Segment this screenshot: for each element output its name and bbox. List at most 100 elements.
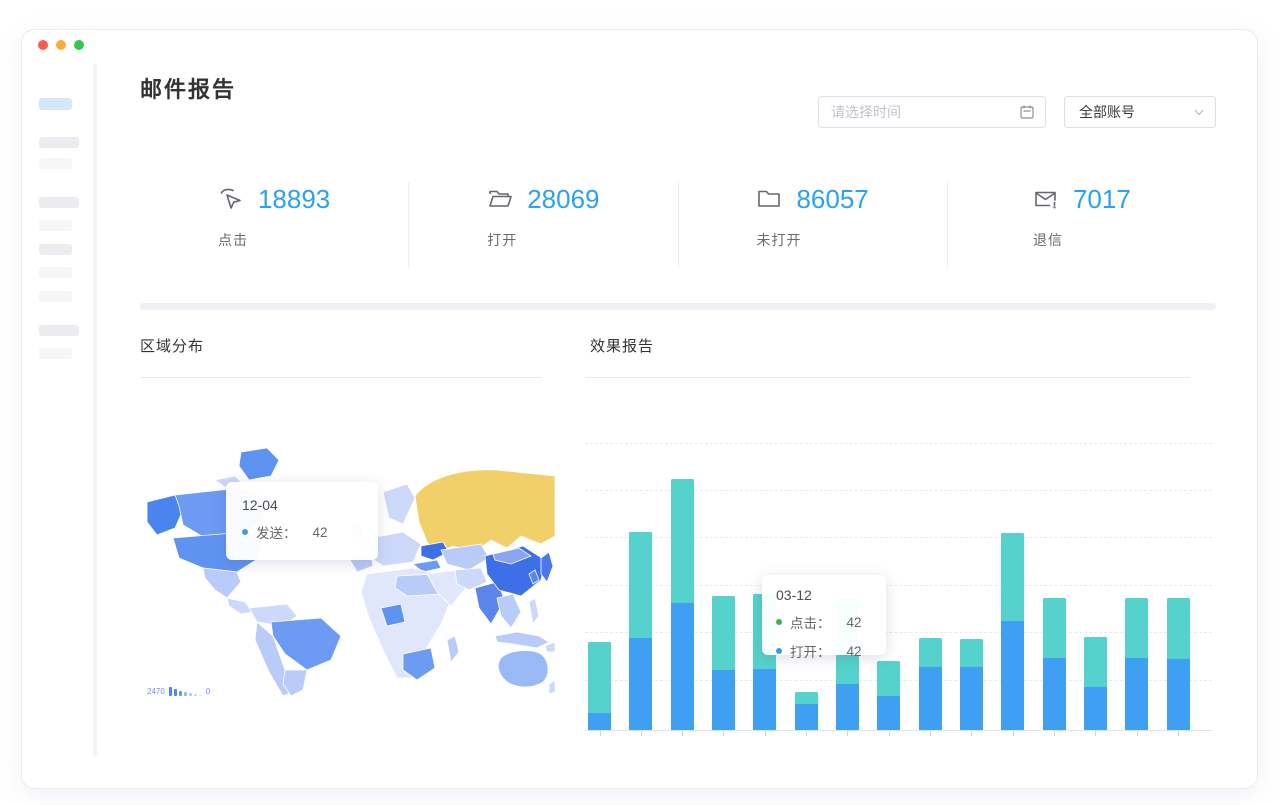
stacked-bar[interactable]	[1167, 598, 1190, 730]
stat-opened-value: 28069	[527, 184, 599, 215]
bar-segment-open[interactable]	[1001, 621, 1024, 731]
bar-segment-open[interactable]	[1043, 658, 1066, 730]
chart-tooltip-label: 打开：	[790, 641, 831, 661]
chevron-down-icon	[1193, 106, 1205, 118]
bar-segment-open[interactable]	[753, 669, 776, 730]
sidebar-skeleton-item	[39, 158, 72, 169]
stacked-bar[interactable]	[1043, 598, 1066, 730]
region-card-title: 区域分布	[140, 335, 204, 356]
bar-segment-click[interactable]	[1125, 598, 1148, 658]
region-card-divider	[140, 377, 541, 378]
stacked-bar[interactable]	[1084, 637, 1107, 730]
app-window: 邮件报告 全部账号	[21, 29, 1258, 789]
stacked-bar[interactable]	[629, 532, 652, 730]
x-axis-tick	[641, 731, 642, 736]
bar-segment-open[interactable]	[671, 603, 694, 730]
stats-row: 18893 点击 28069 打开	[140, 182, 1216, 268]
world-map[interactable]	[145, 440, 555, 698]
stat-unopened-value: 86057	[796, 184, 868, 215]
bar-segment-click[interactable]	[712, 596, 735, 669]
bar-segment-click[interactable]	[1001, 533, 1024, 621]
bar-segment-click[interactable]	[795, 692, 818, 704]
bar-segment-open[interactable]	[1125, 658, 1148, 730]
series-dot	[776, 648, 782, 654]
effect-bar-chart[interactable]	[585, 390, 1212, 742]
stat-unopened: 86057 未打开	[679, 182, 948, 268]
page-title: 邮件报告	[140, 72, 236, 104]
stat-opened-label: 打开	[487, 230, 517, 250]
bar-segment-open[interactable]	[629, 638, 652, 730]
bar-segment-click[interactable]	[588, 642, 611, 712]
sidebar-skeleton-item	[39, 220, 72, 231]
x-axis-line	[585, 730, 1212, 731]
stacked-bar[interactable]	[712, 596, 735, 730]
effect-card-divider	[585, 377, 1190, 378]
account-select-value: 全部账号	[1079, 102, 1135, 122]
map-legend-bar	[194, 694, 197, 696]
map-legend-bar	[174, 689, 177, 696]
bar-segment-click[interactable]	[960, 639, 983, 666]
bar-segment-open[interactable]	[877, 696, 900, 730]
sidebar-skeleton-item	[39, 197, 79, 208]
bar-segment-open[interactable]	[919, 667, 942, 731]
stacked-bar[interactable]	[960, 639, 983, 730]
bar-segment-open[interactable]	[836, 684, 859, 730]
folder-closed-icon	[756, 186, 782, 212]
x-axis-tick	[930, 731, 931, 736]
bar-segment-click[interactable]	[1084, 637, 1107, 687]
stat-clicks: 18893 点击	[140, 182, 409, 268]
x-axis-tick	[723, 731, 724, 736]
stacked-bar[interactable]	[919, 638, 942, 730]
chart-tooltip: 03-12 点击： 42 打开： 42	[762, 575, 886, 655]
map-tooltip-row: 发送： 42	[242, 522, 362, 542]
bar-segment-open[interactable]	[1084, 687, 1107, 730]
window-minimize-button[interactable]	[56, 40, 66, 50]
x-axis-tick	[889, 731, 890, 736]
sidebar-skeleton-item	[39, 137, 79, 148]
stacked-bar[interactable]	[795, 692, 818, 730]
stat-bounced: 7017 退信	[948, 182, 1216, 268]
stacked-bar[interactable]	[588, 642, 611, 730]
sidebar-skeleton-item	[39, 348, 72, 359]
window-close-button[interactable]	[38, 40, 48, 50]
bar-segment-click[interactable]	[1167, 598, 1190, 659]
stacked-bar[interactable]	[1125, 598, 1148, 730]
bar-segment-open[interactable]	[960, 667, 983, 731]
account-select[interactable]: 全部账号	[1064, 96, 1216, 128]
bar-segment-click[interactable]	[671, 479, 694, 603]
x-axis-tick	[600, 731, 601, 736]
mail-bounce-icon	[1033, 186, 1059, 212]
x-axis-tick	[1013, 731, 1014, 736]
bar-segment-open[interactable]	[712, 670, 735, 730]
folder-open-icon	[487, 186, 513, 212]
bar-segment-click[interactable]	[1043, 598, 1066, 658]
click-icon	[218, 186, 244, 212]
stacked-bar[interactable]	[671, 479, 694, 730]
stat-clicks-value: 18893	[258, 184, 330, 215]
x-axis-tick	[806, 731, 807, 736]
bar-segment-click[interactable]	[877, 661, 900, 696]
map-legend-bar	[179, 691, 182, 696]
bar-segment-click[interactable]	[919, 638, 942, 667]
date-input[interactable]	[831, 104, 1019, 120]
x-axis-tick	[1054, 731, 1055, 736]
map-legend: 2470 0	[145, 686, 212, 696]
chart-tooltip-row-click: 点击： 42	[776, 612, 872, 632]
bar-segment-click[interactable]	[629, 532, 652, 638]
bar-segment-open[interactable]	[795, 704, 818, 730]
window-maximize-button[interactable]	[74, 40, 84, 50]
date-range-picker[interactable]	[818, 96, 1046, 128]
stacked-bar[interactable]	[877, 661, 900, 730]
stat-opened: 28069 打开	[409, 182, 678, 268]
sidebar-skeleton-item	[39, 291, 72, 302]
chart-tooltip-value: 42	[847, 644, 862, 659]
sidebar-skeleton-item	[39, 244, 72, 255]
stat-clicks-label: 点击	[218, 230, 248, 250]
calendar-icon[interactable]	[1019, 104, 1035, 120]
bar-segment-open[interactable]	[588, 713, 611, 731]
series-dot	[242, 529, 248, 535]
stacked-bar[interactable]	[1001, 533, 1024, 730]
bar-segment-open[interactable]	[1167, 659, 1190, 730]
x-axis-tick	[1178, 731, 1179, 736]
sidebar-item-active[interactable]	[39, 98, 72, 110]
